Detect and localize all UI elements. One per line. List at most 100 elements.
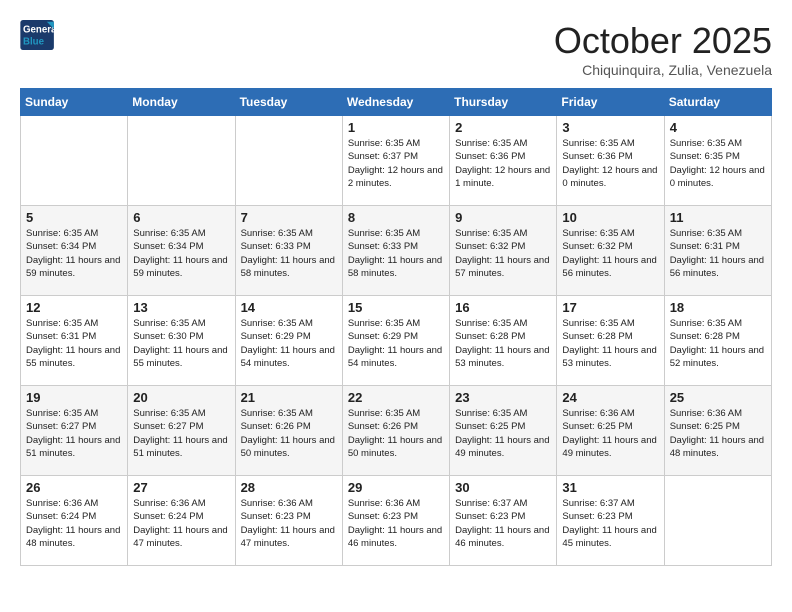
day-cell: 4 Sunrise: 6:35 AMSunset: 6:35 PMDaylight… (664, 116, 771, 206)
day-number: 26 (26, 480, 122, 495)
day-number: 5 (26, 210, 122, 225)
day-number: 29 (348, 480, 444, 495)
weekday-header-thursday: Thursday (450, 89, 557, 116)
day-cell: 19Sunrise: 6:35 AMSunset: 6:27 PMDayligh… (21, 386, 128, 476)
day-cell: 8 Sunrise: 6:35 AMSunset: 6:33 PMDaylight… (342, 206, 449, 296)
day-cell: 29 Sunrise: 6:36 AMSunset: 6:23 PMDayligh… (342, 476, 449, 566)
page-header: General Blue October 2025 Chiquinquira, … (20, 20, 772, 78)
day-cell: 5 Sunrise: 6:35 AMSunset: 6:34 PMDaylight… (21, 206, 128, 296)
day-cell (664, 476, 771, 566)
day-cell (128, 116, 235, 206)
day-number: 9 (455, 210, 551, 225)
calendar-table: SundayMondayTuesdayWednesdayThursdayFrid… (20, 88, 772, 566)
day-number: 13 (133, 300, 229, 315)
day-cell: 20Sunrise: 6:35 AMSunset: 6:27 PMDayligh… (128, 386, 235, 476)
day-cell: 31Sunrise: 6:37 AMSunset: 6:23 PMDayligh… (557, 476, 664, 566)
day-detail: Sunrise: 6:35 AMSunset: 6:31 PMDaylight:… (26, 317, 122, 370)
day-cell (21, 116, 128, 206)
day-cell: 7Sunrise: 6:35 AMSunset: 6:33 PMDaylight… (235, 206, 342, 296)
day-number: 17 (562, 300, 658, 315)
day-detail: Sunrise: 6:35 AMSunset: 6:26 PMDaylight:… (348, 407, 444, 460)
day-cell: 16 Sunrise: 6:35 AMSunset: 6:28 PMDayligh… (450, 296, 557, 386)
day-number: 4 (670, 120, 766, 135)
day-cell: 12 Sunrise: 6:35 AMSunset: 6:31 PMDayligh… (21, 296, 128, 386)
day-detail: Sunrise: 6:35 AMSunset: 6:33 PMDaylight:… (348, 227, 444, 280)
day-cell: 10 Sunrise: 6:35 AMSunset: 6:32 PMDayligh… (557, 206, 664, 296)
weekday-header-tuesday: Tuesday (235, 89, 342, 116)
day-cell: 17 Sunrise: 6:35 AMSunset: 6:28 PMDayligh… (557, 296, 664, 386)
day-cell: 30Sunrise: 6:37 AMSunset: 6:23 PMDayligh… (450, 476, 557, 566)
day-number: 10 (562, 210, 658, 225)
day-number: 23 (455, 390, 551, 405)
weekday-header-row: SundayMondayTuesdayWednesdayThursdayFrid… (21, 89, 772, 116)
day-number: 30 (455, 480, 551, 495)
day-number: 28 (241, 480, 337, 495)
day-detail: Sunrise: 6:35 AMSunset: 6:32 PMDaylight:… (562, 227, 658, 280)
day-detail: Sunrise: 6:35 AMSunset: 6:35 PMDaylight:… (670, 137, 766, 190)
day-detail: Sunrise: 6:35 AMSunset: 6:34 PMDaylight:… (26, 227, 122, 280)
day-number: 20 (133, 390, 229, 405)
day-cell (235, 116, 342, 206)
day-detail: Sunrise: 6:36 AMSunset: 6:24 PMDaylight:… (26, 497, 122, 550)
weekday-header-wednesday: Wednesday (342, 89, 449, 116)
day-detail: Sunrise: 6:36 AMSunset: 6:25 PMDaylight:… (670, 407, 766, 460)
day-detail: Sunrise: 6:36 AMSunset: 6:23 PMDaylight:… (241, 497, 337, 550)
week-row-3: 12 Sunrise: 6:35 AMSunset: 6:31 PMDayligh… (21, 296, 772, 386)
day-number: 21 (241, 390, 337, 405)
day-number: 1 (348, 120, 444, 135)
day-detail: Sunrise: 6:35 AMSunset: 6:27 PMDaylight:… (26, 407, 122, 460)
day-number: 6 (133, 210, 229, 225)
day-number: 8 (348, 210, 444, 225)
day-cell: 18 Sunrise: 6:35 AMSunset: 6:28 PMDayligh… (664, 296, 771, 386)
week-row-2: 5 Sunrise: 6:35 AMSunset: 6:34 PMDaylight… (21, 206, 772, 296)
day-detail: Sunrise: 6:35 AMSunset: 6:28 PMDaylight:… (562, 317, 658, 370)
day-cell: 3Sunrise: 6:35 AMSunset: 6:36 PMDaylight… (557, 116, 664, 206)
day-detail: Sunrise: 6:36 AMSunset: 6:25 PMDaylight:… (562, 407, 658, 460)
day-number: 27 (133, 480, 229, 495)
day-detail: Sunrise: 6:35 AMSunset: 6:34 PMDaylight:… (133, 227, 229, 280)
day-number: 11 (670, 210, 766, 225)
day-detail: Sunrise: 6:35 AMSunset: 6:29 PMDaylight:… (348, 317, 444, 370)
title-block: October 2025 Chiquinquira, Zulia, Venezu… (554, 20, 772, 78)
day-number: 12 (26, 300, 122, 315)
day-detail: Sunrise: 6:35 AMSunset: 6:36 PMDaylight:… (455, 137, 551, 190)
weekday-header-monday: Monday (128, 89, 235, 116)
svg-text:Blue: Blue (23, 37, 45, 48)
day-detail: Sunrise: 6:35 AMSunset: 6:31 PMDaylight:… (670, 227, 766, 280)
day-number: 7 (241, 210, 337, 225)
day-cell: 2 Sunrise: 6:35 AMSunset: 6:36 PMDaylight… (450, 116, 557, 206)
day-detail: Sunrise: 6:37 AMSunset: 6:23 PMDaylight:… (562, 497, 658, 550)
week-row-4: 19Sunrise: 6:35 AMSunset: 6:27 PMDayligh… (21, 386, 772, 476)
week-row-5: 26 Sunrise: 6:36 AMSunset: 6:24 PMDayligh… (21, 476, 772, 566)
weekday-header-friday: Friday (557, 89, 664, 116)
day-detail: Sunrise: 6:36 AMSunset: 6:24 PMDaylight:… (133, 497, 229, 550)
day-cell: 25 Sunrise: 6:36 AMSunset: 6:25 PMDayligh… (664, 386, 771, 476)
day-number: 25 (670, 390, 766, 405)
day-detail: Sunrise: 6:35 AMSunset: 6:29 PMDaylight:… (241, 317, 337, 370)
day-cell: 28 Sunrise: 6:36 AMSunset: 6:23 PMDayligh… (235, 476, 342, 566)
day-cell: 1 Sunrise: 6:35 AMSunset: 6:37 PMDaylight… (342, 116, 449, 206)
day-detail: Sunrise: 6:35 AMSunset: 6:37 PMDaylight:… (348, 137, 444, 190)
day-cell: 6 Sunrise: 6:35 AMSunset: 6:34 PMDaylight… (128, 206, 235, 296)
day-cell: 22 Sunrise: 6:35 AMSunset: 6:26 PMDayligh… (342, 386, 449, 476)
day-number: 18 (670, 300, 766, 315)
day-detail: Sunrise: 6:35 AMSunset: 6:25 PMDaylight:… (455, 407, 551, 460)
logo: General Blue (20, 20, 56, 50)
day-cell: 27 Sunrise: 6:36 AMSunset: 6:24 PMDayligh… (128, 476, 235, 566)
day-detail: Sunrise: 6:36 AMSunset: 6:23 PMDaylight:… (348, 497, 444, 550)
day-number: 2 (455, 120, 551, 135)
day-number: 16 (455, 300, 551, 315)
day-cell: 15Sunrise: 6:35 AMSunset: 6:29 PMDayligh… (342, 296, 449, 386)
day-number: 3 (562, 120, 658, 135)
location: Chiquinquira, Zulia, Venezuela (554, 62, 772, 78)
day-cell: 9Sunrise: 6:35 AMSunset: 6:32 PMDaylight… (450, 206, 557, 296)
day-cell: 23 Sunrise: 6:35 AMSunset: 6:25 PMDayligh… (450, 386, 557, 476)
day-detail: Sunrise: 6:35 AMSunset: 6:28 PMDaylight:… (670, 317, 766, 370)
day-number: 22 (348, 390, 444, 405)
weekday-header-sunday: Sunday (21, 89, 128, 116)
day-cell: 24 Sunrise: 6:36 AMSunset: 6:25 PMDayligh… (557, 386, 664, 476)
day-detail: Sunrise: 6:35 AMSunset: 6:28 PMDaylight:… (455, 317, 551, 370)
day-detail: Sunrise: 6:35 AMSunset: 6:26 PMDaylight:… (241, 407, 337, 460)
day-number: 24 (562, 390, 658, 405)
day-cell: 11 Sunrise: 6:35 AMSunset: 6:31 PMDayligh… (664, 206, 771, 296)
